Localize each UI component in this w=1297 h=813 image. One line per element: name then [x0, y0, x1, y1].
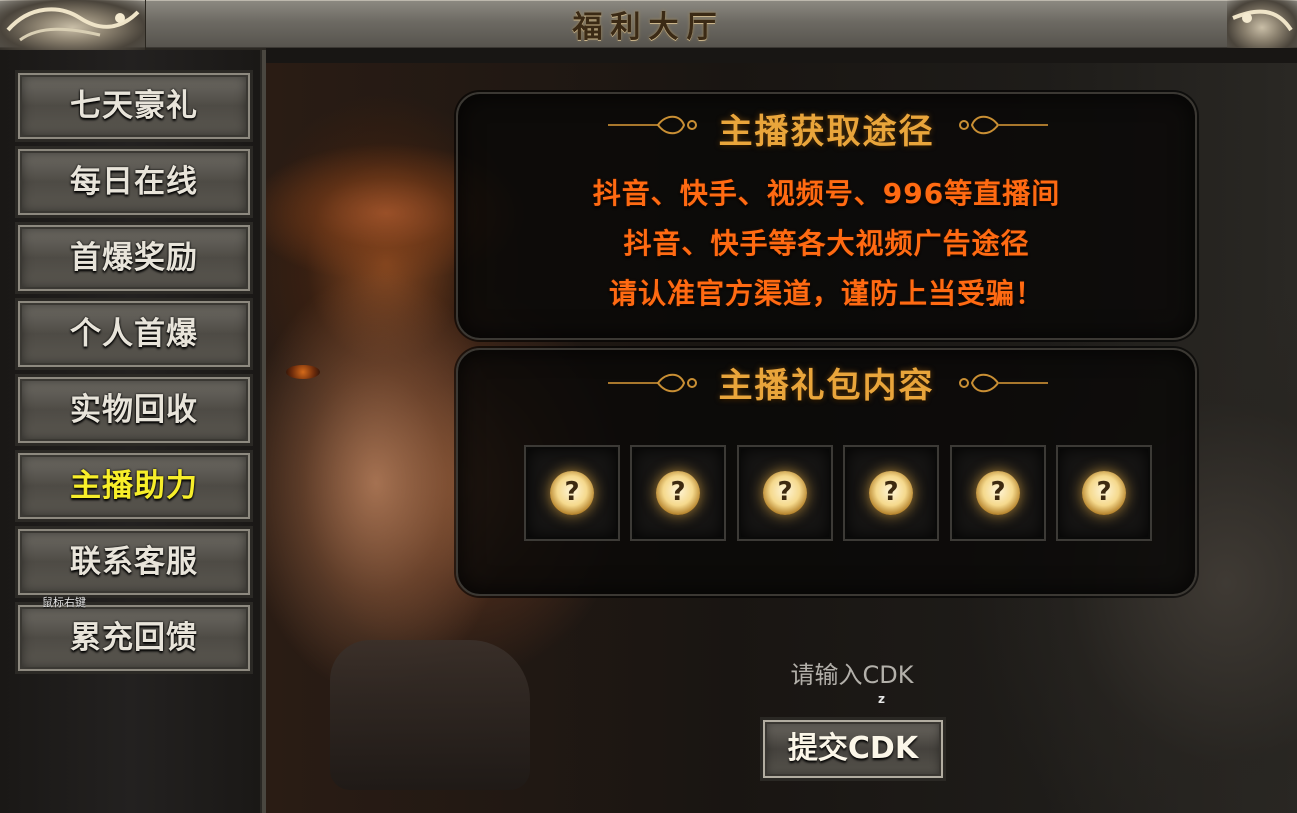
question-mark-icon: ? — [763, 471, 807, 515]
hero-fist-art — [330, 640, 530, 790]
right-click-tooltip: 鼠标右键 — [42, 596, 86, 609]
sidebar-item-first-drop-reward[interactable]: 首爆奖励 — [15, 222, 253, 294]
sidebar-item-recharge-rewards[interactable]: 累充回馈 — [15, 602, 253, 674]
gift-slot[interactable]: ? — [524, 445, 620, 541]
acquisition-line-2: 抖音、快手等各大视频广告途径 — [623, 227, 1030, 260]
sidebar-item-streamer-support[interactable]: 主播助力 — [15, 450, 253, 522]
question-mark-icon: ? — [1082, 471, 1126, 515]
question-mark-icon: ? — [550, 471, 594, 515]
acquisition-line-1: 抖音、快手、视频号、996等直播间 — [592, 177, 1061, 210]
cdk-input[interactable] — [730, 654, 974, 696]
sidebar-item-item-recycle[interactable]: 实物回收 — [15, 374, 253, 446]
acquisition-panel: 主播获取途径 抖音、快手、视频号、996等直播间 抖音、快手等各大视频广告途径 … — [456, 92, 1197, 340]
dragon-ornament-right-icon — [1227, 0, 1297, 50]
scroll-ornament-right-icon — [959, 373, 1048, 393]
window-title: 福利大厅 — [572, 10, 725, 45]
acquisition-heading: 主播获取途径 — [718, 112, 935, 152]
sidebar-item-customer-service[interactable]: 联系客服 — [15, 526, 253, 598]
submit-cdk-button[interactable]: 提交CDK — [760, 717, 946, 781]
gift-slot[interactable]: ? — [737, 445, 833, 541]
acquisition-line-3: 请认准官方渠道，谨防上当受骗！ — [608, 277, 1044, 310]
gift-heading: 主播礼包内容 — [718, 366, 935, 406]
main-top-strip — [266, 48, 1297, 63]
scroll-ornament-right-icon — [959, 115, 1048, 135]
gift-panel: 主播礼包内容 ? ? ? ? ? ? — [456, 348, 1197, 596]
gift-slot[interactable]: ? — [630, 445, 726, 541]
gift-slot[interactable]: ? — [950, 445, 1046, 541]
question-mark-icon: ? — [656, 471, 700, 515]
input-hint-label: z — [878, 692, 885, 706]
sidebar-item-daily-online[interactable]: 每日在线 — [15, 146, 253, 218]
hero-eye-art — [286, 365, 320, 379]
question-mark-icon: ? — [869, 471, 913, 515]
question-mark-icon: ? — [976, 471, 1020, 515]
gift-slot[interactable]: ? — [843, 445, 939, 541]
title-bar: 福利大厅 — [0, 0, 1297, 50]
sidebar-item-seven-day-gift[interactable]: 七天豪礼 — [15, 70, 253, 142]
sidebar-item-personal-first-drop[interactable]: 个人首爆 — [15, 298, 253, 370]
gift-slot[interactable]: ? — [1056, 445, 1152, 541]
